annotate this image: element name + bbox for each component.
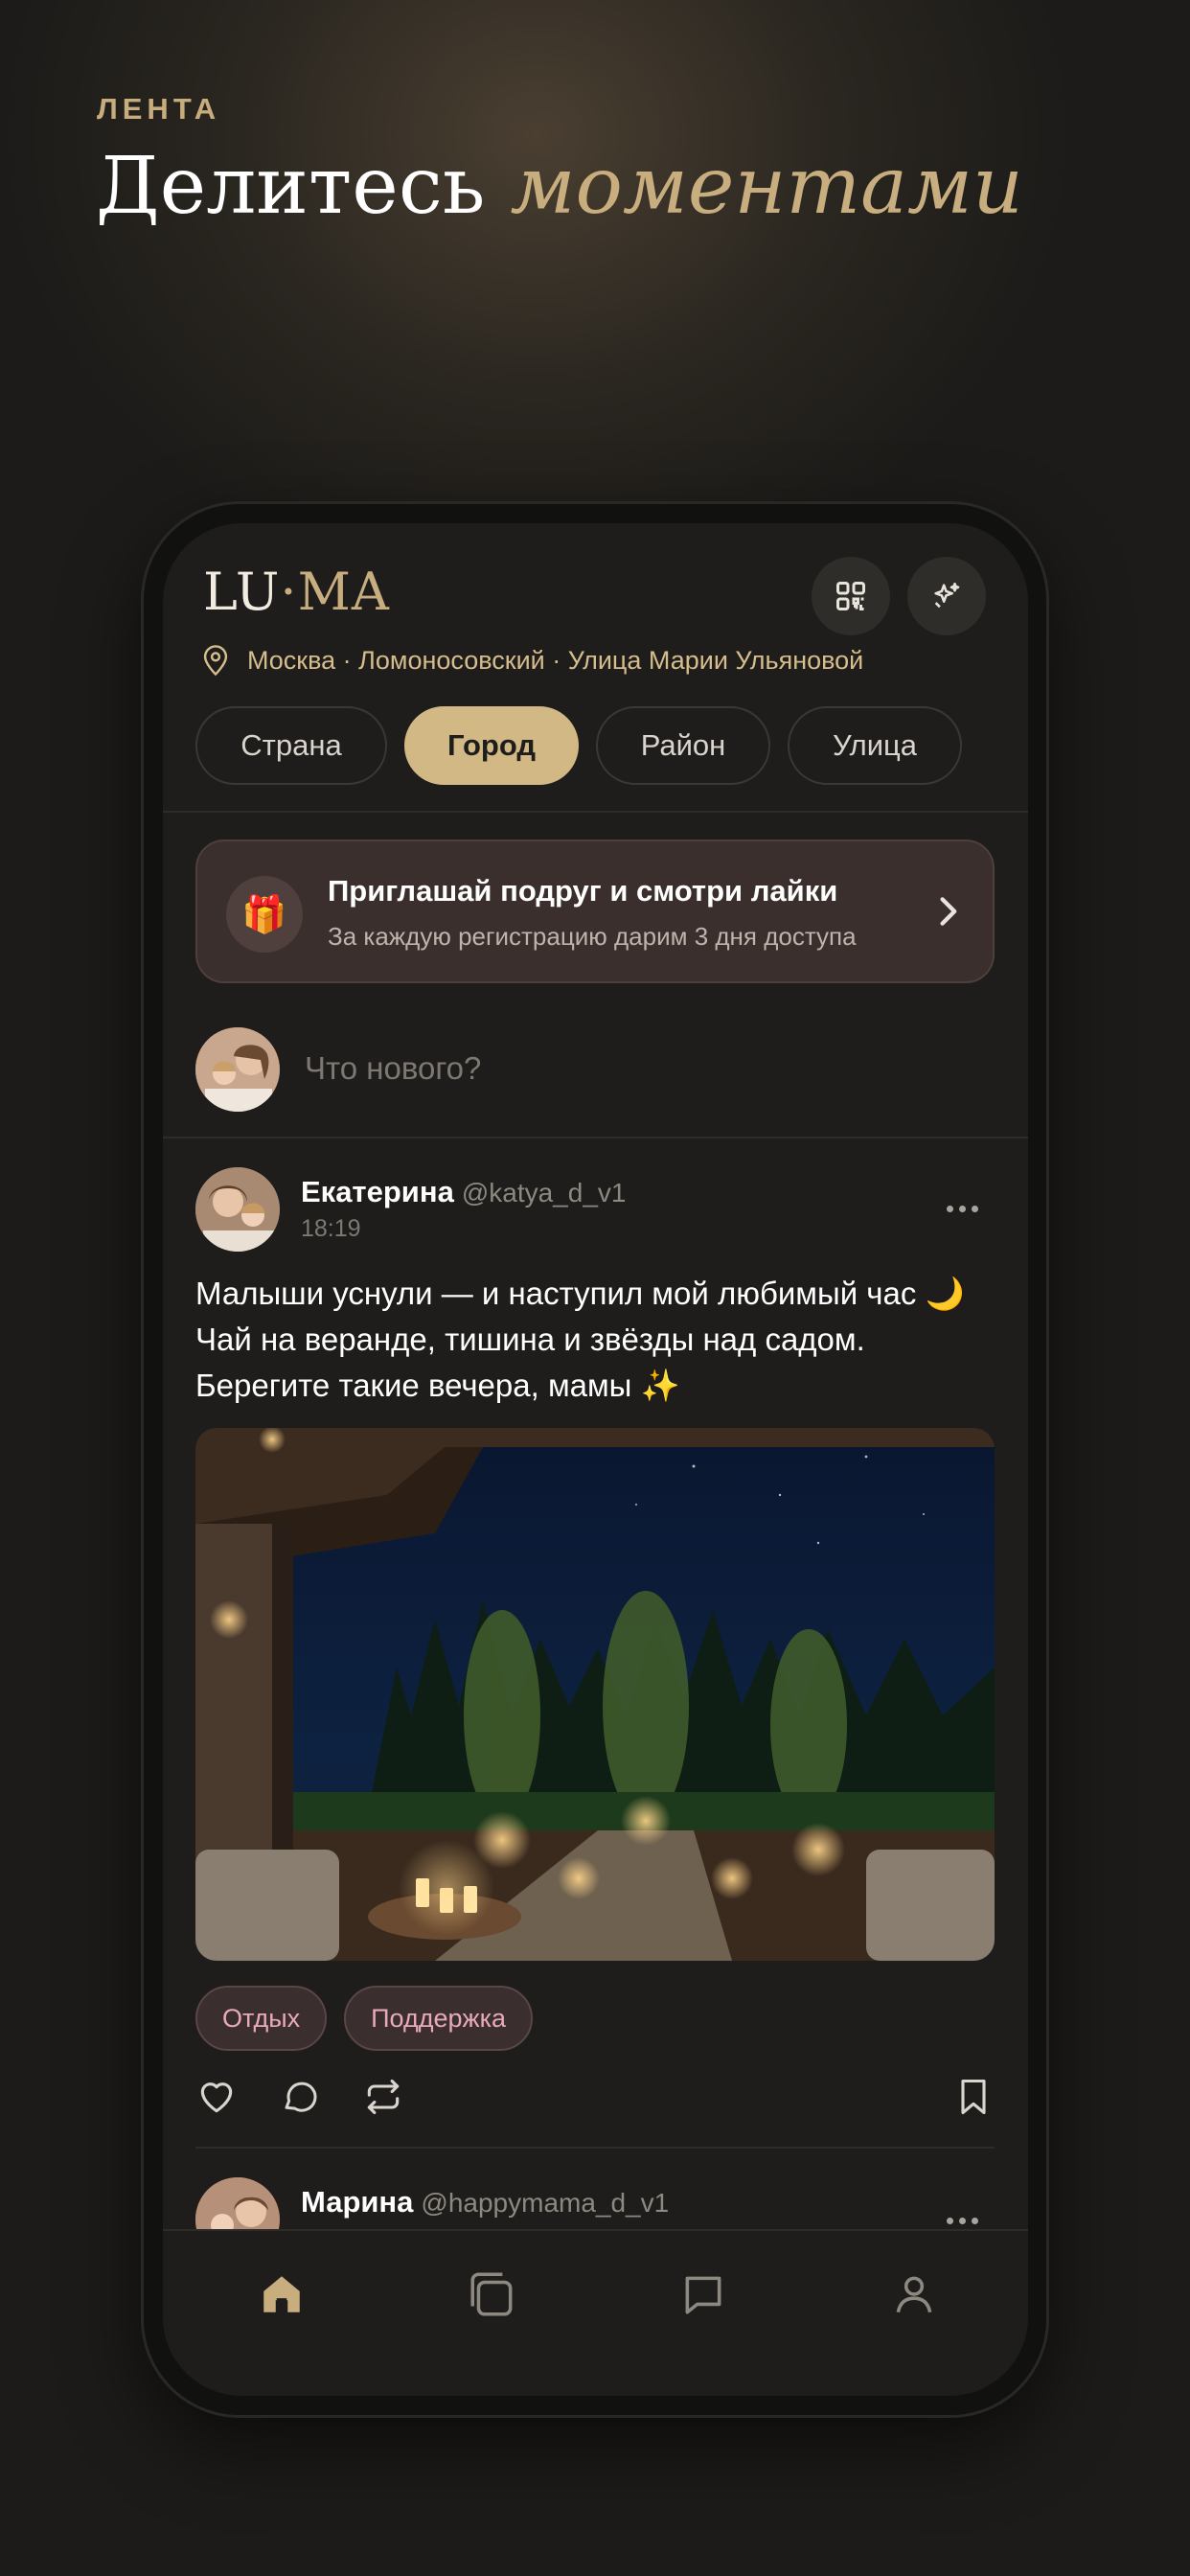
tab-street[interactable]: Улица (788, 706, 962, 785)
sparkle-icon (934, 582, 960, 609)
home-icon (263, 2276, 300, 2312)
scope-tabs: Страна Город Район Улица (195, 706, 962, 785)
post-author-avatar[interactable] (195, 1167, 280, 1252)
invite-banner[interactable]: 🎁 Приглашай подруг и смотри лайки За каж… (195, 840, 995, 983)
post-body: Малыши уснули — и наступил мой любимый ч… (195, 1271, 1000, 1409)
headline-accent: моментами (510, 141, 1023, 232)
tag-rest[interactable]: Отдых (195, 1986, 328, 2051)
my-avatar[interactable] (195, 1027, 280, 1112)
compose-input[interactable]: Что нового? (305, 1050, 481, 1087)
promo-eyebrow: ЛЕНТА (97, 92, 221, 126)
tab-country[interactable]: Страна (195, 706, 387, 785)
post-photo[interactable] (195, 1428, 995, 1961)
compose-divider (163, 1137, 1028, 1138)
tab-district[interactable]: Район (596, 706, 770, 785)
location-pin-icon (203, 645, 228, 677)
cards-icon (470, 2272, 513, 2316)
location-text: Москва · Ломоносовский · Улица Марии Уль… (247, 645, 864, 675)
post-tags: Отдых Поддержка (195, 1986, 533, 2051)
post-more-button[interactable] (947, 1206, 978, 1212)
post2-more-button[interactable] (947, 2218, 978, 2224)
chat-icon (685, 2276, 721, 2314)
post-timestamp: 18:19 (301, 1215, 361, 1242)
headline-main: Делитесь (96, 141, 486, 232)
invite-title: Приглашай подруг и смотри лайки (328, 874, 838, 908)
logo-dot: · (280, 562, 298, 622)
gift-icon: 🎁 (226, 876, 303, 953)
logo-left: LU (203, 562, 281, 622)
comment-icon[interactable] (280, 2076, 320, 2116)
post-author-name: Екатерина (301, 1175, 454, 1208)
tab-city[interactable]: Город (404, 706, 579, 785)
invite-subtitle: За каждую регистрацию дарим 3 дня доступ… (328, 922, 857, 951)
repost-icon[interactable] (362, 2076, 404, 2118)
logo-right: MA (297, 562, 390, 622)
nav-feed[interactable] (464, 2266, 521, 2323)
post-author-handle: @katya_d_v1 (461, 1178, 627, 1208)
post2-author-name: Марина (301, 2185, 414, 2219)
bottom-nav (163, 2229, 1028, 2396)
location-row[interactable]: Москва · Ломоносовский · Улица Марии Уль… (201, 644, 863, 677)
tag-support[interactable]: Поддержка (344, 1986, 533, 2051)
header-divider (163, 811, 1028, 813)
bookmark-icon[interactable] (952, 2076, 995, 2118)
qr-button[interactable] (812, 557, 890, 635)
nav-home[interactable] (253, 2266, 310, 2323)
post-actions (195, 2076, 995, 2124)
promo-headline: Делитесь моментами (96, 141, 1023, 232)
post-line: Берегите такие вечера, мамы ✨ (195, 1368, 680, 1403)
ai-sparkle-button[interactable] (907, 557, 986, 635)
post-author: Екатерина @katya_d_v1 (301, 1175, 626, 1209)
profile-icon (896, 2276, 932, 2313)
post-line: Малыши уснули — и наступил мой любимый ч… (195, 1276, 965, 1311)
post2-author-handle: @happymama_d_v1 (421, 2188, 670, 2218)
post-line: Чай на веранде, тишина и звёзды над садо… (195, 1322, 865, 1357)
nav-messages[interactable] (675, 2266, 732, 2323)
heart-icon[interactable] (195, 2076, 238, 2118)
phone-screen: LU·MA Москва · Ломоносовский · Улица Мар… (163, 523, 1028, 2396)
qr-icon (836, 582, 865, 610)
post2-author: Марина @happymama_d_v1 (301, 2185, 669, 2220)
nav-profile[interactable] (885, 2266, 943, 2323)
post-divider (195, 2147, 995, 2149)
chevron-right-icon (940, 897, 957, 926)
app-logo: LU·MA (203, 562, 390, 622)
